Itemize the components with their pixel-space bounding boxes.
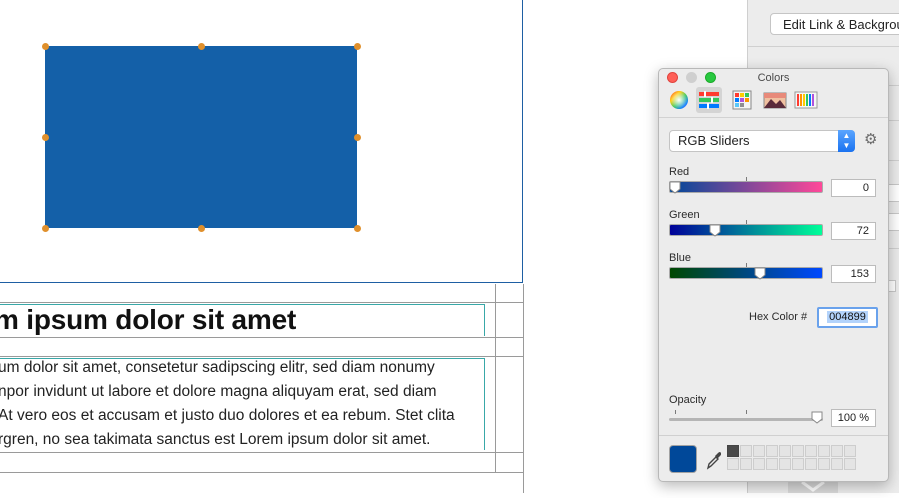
saved-swatch-cell[interactable]	[844, 445, 856, 457]
close-window-button[interactable]	[667, 72, 678, 83]
saved-swatch-cell[interactable]	[792, 445, 804, 457]
colors-panel: Colors RGB Sliders ▲ ▼ ⚙ Red 0 Green 72 …	[658, 68, 889, 482]
guide-line	[495, 284, 496, 473]
gear-icon[interactable]: ⚙	[864, 132, 877, 148]
hex-color-field[interactable]: 004899	[817, 307, 878, 328]
red-slider-track[interactable]	[669, 181, 823, 193]
saved-swatch-cell[interactable]	[831, 458, 843, 470]
guide-line	[0, 472, 524, 473]
resize-handle-left[interactable]	[41, 133, 49, 141]
color-wheel-icon	[670, 91, 688, 109]
color-mode-value: RGB Sliders	[678, 133, 750, 148]
saved-swatch-cell[interactable]	[818, 458, 830, 470]
blue-slider-label: Blue	[669, 252, 692, 264]
red-value-field[interactable]: 0	[831, 179, 876, 197]
paragraph-line[interactable]: um dolor sit amet, consetetur sadipscing…	[0, 359, 435, 377]
slider-tick	[746, 177, 747, 181]
saved-swatch-cell[interactable]	[766, 445, 778, 457]
saved-swatch-cell[interactable]	[792, 458, 804, 470]
current-color-swatch[interactable]	[669, 445, 697, 473]
inspector-divider	[748, 46, 899, 47]
resize-handle-bottom[interactable]	[197, 224, 205, 232]
image-palettes-tab[interactable]	[762, 87, 788, 113]
blue-value-field[interactable]: 153	[831, 265, 876, 283]
saved-swatch-cell[interactable]	[740, 458, 752, 470]
opacity-value-field[interactable]: 100 %	[831, 409, 876, 427]
red-slider-label: Red	[669, 166, 690, 178]
saved-swatch-cell[interactable]	[753, 458, 765, 470]
saved-swatch-cell[interactable]	[779, 458, 791, 470]
resize-handle-top-left[interactable]	[41, 42, 49, 50]
green-slider-track[interactable]	[669, 224, 823, 236]
saved-swatch-cell[interactable]	[831, 445, 843, 457]
slider-tick	[746, 263, 747, 267]
saved-swatch-cell[interactable]	[805, 445, 817, 457]
guide-line	[523, 284, 524, 493]
document-heading[interactable]: m ipsum dolor sit amet	[0, 304, 296, 336]
saved-swatch-cell[interactable]	[779, 445, 791, 457]
slider-tick	[746, 220, 747, 224]
crayons-icon	[794, 91, 818, 109]
paragraph-line[interactable]: npor invidunt ut labore et dolore magna …	[0, 383, 437, 401]
blue-slider-thumb[interactable]	[754, 267, 766, 280]
resize-handle-top[interactable]	[197, 42, 205, 50]
saved-swatch-cell[interactable]	[753, 445, 765, 457]
paragraph-line[interactable]: rgren, no sea takimata sanctus est Lorem…	[0, 431, 430, 449]
resize-handle-right[interactable]	[353, 133, 361, 141]
green-slider-thumb[interactable]	[709, 224, 721, 237]
resize-handle-top-right[interactable]	[353, 42, 361, 50]
paragraph-line[interactable]: At vero eos et accusam et justo duo dolo…	[0, 407, 455, 425]
slider-tick	[675, 410, 676, 414]
updown-arrows-icon: ▲ ▼	[838, 130, 855, 152]
opacity-label: Opacity	[669, 394, 707, 406]
opacity-slider-thumb[interactable]	[811, 411, 823, 424]
green-slider-label: Green	[669, 209, 700, 221]
blue-rectangle-shape[interactable]	[45, 46, 357, 228]
swatch-divider	[659, 435, 888, 436]
edit-link-background-button[interactable]: Edit Link & Background...	[770, 13, 899, 35]
saved-swatch-cell[interactable]	[818, 445, 830, 457]
slider-tick	[746, 410, 747, 414]
saved-swatch-cell[interactable]	[727, 458, 739, 470]
crayons-tab[interactable]	[793, 87, 819, 113]
color-sliders-icon	[699, 91, 719, 109]
color-palettes-tab[interactable]	[729, 87, 755, 113]
zoom-window-button[interactable]	[705, 72, 716, 83]
hex-color-label: Hex Color #	[749, 311, 808, 323]
color-mode-select[interactable]: RGB Sliders ▲ ▼	[669, 130, 855, 152]
saved-swatch-cell[interactable]	[766, 458, 778, 470]
green-value-field[interactable]: 72	[831, 222, 876, 240]
saved-swatch-cell[interactable]	[805, 458, 817, 470]
image-palettes-icon	[763, 92, 787, 109]
minimize-window-button[interactable]	[686, 72, 697, 83]
toolbar-divider	[659, 117, 888, 118]
guide-line	[0, 356, 524, 357]
hex-color-value: 004899	[827, 311, 868, 323]
saved-swatches-grid[interactable]	[727, 445, 856, 470]
color-wheel-tab[interactable]	[666, 87, 692, 113]
guide-line	[0, 452, 524, 453]
color-palettes-icon	[732, 90, 752, 110]
text-box-border	[484, 304, 485, 336]
red-slider-thumb[interactable]	[669, 181, 681, 194]
guide-line	[0, 302, 524, 303]
color-sliders-tab[interactable]	[696, 87, 722, 113]
text-box-border	[484, 358, 485, 450]
opacity-slider-track[interactable]	[669, 418, 823, 421]
guide-line	[0, 337, 524, 338]
saved-swatch-cell[interactable]	[727, 445, 739, 457]
blue-slider-track[interactable]	[669, 267, 823, 279]
saved-swatch-cell[interactable]	[740, 445, 752, 457]
saved-swatch-cell[interactable]	[844, 458, 856, 470]
eyedropper-icon[interactable]	[705, 450, 721, 470]
resize-handle-bottom-right[interactable]	[353, 224, 361, 232]
resize-handle-bottom-left[interactable]	[41, 224, 49, 232]
